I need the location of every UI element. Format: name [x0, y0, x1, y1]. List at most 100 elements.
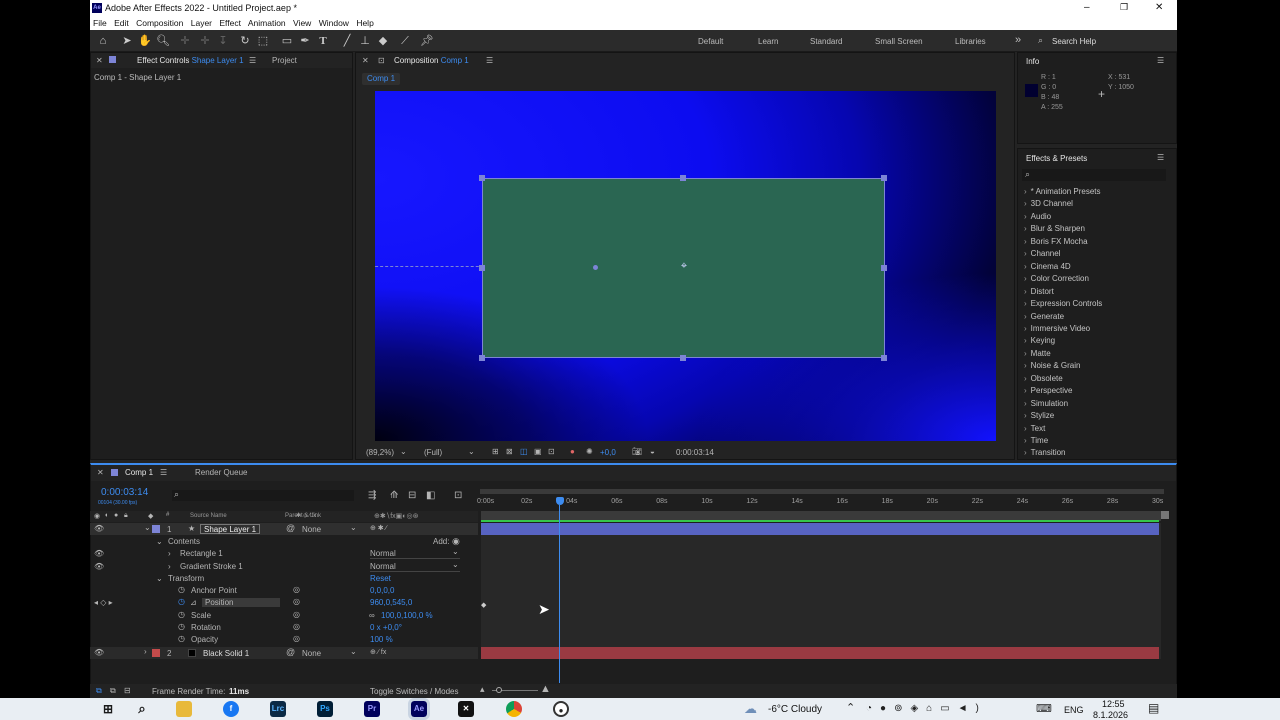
chevron-right-icon[interactable]: ›	[1024, 299, 1027, 308]
graph-editor-icon[interactable]: ⊡	[454, 490, 462, 501]
snapshot-icon[interactable]: 📷︎	[632, 447, 642, 456]
menu-file[interactable]: File	[93, 18, 107, 28]
layer-row-black-solid-1[interactable]: 👁︎ › 2 Black Solid 1 @ None ⌄ ⊕ ∕ fx	[90, 647, 478, 659]
comp-timecode[interactable]: 0:00:03:14	[676, 448, 714, 457]
eye-icon[interactable]: 👁︎	[94, 648, 104, 657]
chevron-right-icon[interactable]: ›	[1024, 312, 1027, 321]
pickwhip-icon[interactable]: ◎	[293, 634, 300, 643]
label-color-swatch[interactable]	[152, 525, 160, 533]
effects-category-item[interactable]: › Boris FX Mocha	[1024, 237, 1088, 246]
effects-category-item[interactable]: › Noise & Grain	[1024, 361, 1080, 370]
rotate-tool-icon[interactable]: ↻	[238, 34, 252, 48]
effects-category-item[interactable]: › 3D Channel	[1024, 199, 1073, 208]
dolly-tool-icon[interactable]: ↧	[216, 34, 230, 48]
keyboard-icon[interactable]: ⌨	[1036, 702, 1052, 715]
contents-row[interactable]: ⌄ Contents Add: ◉	[90, 536, 476, 548]
layer-name[interactable]: Black Solid 1	[203, 649, 249, 658]
chevron-right-icon[interactable]: ›	[1024, 212, 1027, 221]
graph-icon[interactable]: ⊿	[190, 598, 197, 607]
stopwatch-icon[interactable]: ◷	[178, 585, 185, 594]
property-value[interactable]: 0,0,0,0	[370, 586, 394, 595]
layer-name-field[interactable]: Shape Layer 1	[200, 524, 261, 534]
close-tab-icon[interactable]: ✕	[97, 468, 104, 477]
workspace-default[interactable]: Default	[698, 37, 723, 46]
clone-stamp-tool-icon[interactable]: ⊥	[358, 34, 372, 48]
language-indicator[interactable]: ENG	[1064, 705, 1084, 715]
weather-text[interactable]: -6°C Cloudy	[768, 704, 822, 715]
handle-bottom-right[interactable]	[881, 355, 887, 361]
stopwatch-icon[interactable]: ◷	[178, 597, 185, 606]
anchor-point-icon[interactable]: ⌖	[678, 260, 690, 272]
toggle-switches-modes[interactable]: Toggle Switches / Modes	[370, 687, 459, 696]
pan-behind-tool-icon[interactable]: ⬚	[256, 34, 270, 48]
transparency-grid-icon[interactable]: ⊠	[506, 447, 513, 456]
rectangle-blend-select[interactable]: Normal	[370, 549, 460, 559]
gradient-blend-select[interactable]: Normal	[370, 562, 460, 572]
chevron-right-icon[interactable]: ›	[1024, 249, 1027, 258]
eraser-tool-icon[interactable]: ◆	[376, 34, 390, 48]
property-value[interactable]: 0 x +0,0°	[370, 623, 402, 632]
effects-category-item[interactable]: › Keying	[1024, 336, 1055, 345]
parent-select[interactable]: None	[302, 525, 321, 534]
resolution-select[interactable]: (Full)	[424, 448, 442, 457]
shy-layers-icon[interactable]: ⊟	[408, 490, 416, 501]
effects-category-item[interactable]: › Time	[1024, 436, 1048, 445]
render-toggle-icon[interactable]: ⧉	[110, 686, 116, 696]
zoom-out-icon[interactable]: ▴	[480, 684, 485, 695]
effects-category-item[interactable]: › Cinema 4D	[1024, 262, 1071, 271]
chevron-right-icon[interactable]: ›	[1024, 237, 1027, 246]
effects-category-item[interactable]: › Channel	[1024, 249, 1060, 258]
premiere-icon[interactable]: Pr	[364, 701, 380, 717]
keyframe-navigator-icon[interactable]: ◂ ◇ ▸	[94, 598, 113, 607]
chrome-icon[interactable]	[506, 701, 522, 717]
handle-top-mid[interactable]	[680, 175, 686, 181]
panel-menu-icon[interactable]: ☰	[249, 56, 256, 65]
channels-icon[interactable]: ●	[570, 447, 575, 456]
tray-chevron-icon[interactable]: ⌃	[846, 701, 855, 714]
menu-composition[interactable]: Composition	[136, 18, 183, 28]
tab-comp-1[interactable]: Comp 1	[125, 468, 153, 477]
chevron-right-icon[interactable]: ›	[1024, 448, 1027, 457]
zoom-select[interactable]: (89,2%)	[366, 448, 394, 457]
panel-menu-icon[interactable]: ☰	[160, 468, 167, 477]
clock-time[interactable]: 12:55	[1102, 699, 1125, 709]
end-marker[interactable]	[1161, 511, 1169, 519]
pickwhip-icon[interactable]: ◎	[293, 597, 300, 606]
maximize-button[interactable]: ❐	[1120, 2, 1128, 13]
chevron-down-icon[interactable]: ⌄	[350, 647, 357, 656]
effects-category-item[interactable]: › Transition	[1024, 448, 1066, 457]
handle-bottom-mid[interactable]	[680, 355, 686, 361]
clock-date[interactable]: 8.1.2026	[1093, 710, 1128, 719]
layer-row-shape-layer-1[interactable]: 👁︎ ⌄ 1 ★ Shape Layer 1 @ None ⌄ ⊕ ✱ ∕	[90, 523, 478, 535]
chevron-down-icon[interactable]: ⌄	[400, 447, 407, 456]
eye-icon[interactable]: 👁︎	[94, 549, 104, 558]
property-value[interactable]: 960,0,545,0	[370, 598, 412, 607]
lock-icon[interactable]: ⊡	[378, 56, 385, 65]
chevron-right-icon[interactable]: ›	[1024, 287, 1027, 296]
region-of-interest-icon[interactable]: ▣	[534, 447, 542, 456]
close-button[interactable]: ✕	[1155, 2, 1163, 13]
work-area-bar[interactable]	[480, 489, 1164, 494]
pickwhip-icon[interactable]: ◎	[293, 622, 300, 631]
chevron-right-icon[interactable]: ›	[1024, 224, 1027, 233]
workspace-more-button[interactable]: »	[1015, 34, 1021, 46]
timeline-search-input[interactable]: ⌕	[172, 489, 354, 501]
tab-composition[interactable]: Composition Comp 1	[394, 56, 469, 65]
draft-3d-icon[interactable]: ⟰	[390, 490, 398, 501]
handle-mid-left[interactable]	[479, 265, 485, 271]
chevron-right-icon[interactable]: ›	[1024, 324, 1027, 333]
handle-top-left[interactable]	[479, 175, 485, 181]
parent-select[interactable]: None	[302, 649, 321, 658]
file-explorer-icon[interactable]	[176, 701, 192, 717]
chevron-down-icon[interactable]: ⌄	[156, 537, 163, 546]
photoshop-icon[interactable]: Ps	[317, 701, 333, 717]
chevron-right-icon[interactable]: ›	[1024, 399, 1027, 408]
roto-brush-tool-icon[interactable]: ⟋	[398, 34, 412, 48]
hand-tool-icon[interactable]: ✋	[138, 34, 152, 48]
panel-menu-icon[interactable]: ☰	[1157, 56, 1164, 65]
menu-layer[interactable]: Layer	[191, 18, 212, 28]
menu-help[interactable]: Help	[356, 18, 373, 28]
tab-effect-controls[interactable]: Effect Controls Shape Layer 1	[137, 56, 244, 65]
lightroom-classic-icon[interactable]: Lrc	[270, 701, 286, 717]
comp-mini-flowchart-icon[interactable]: ⇶	[368, 490, 376, 501]
